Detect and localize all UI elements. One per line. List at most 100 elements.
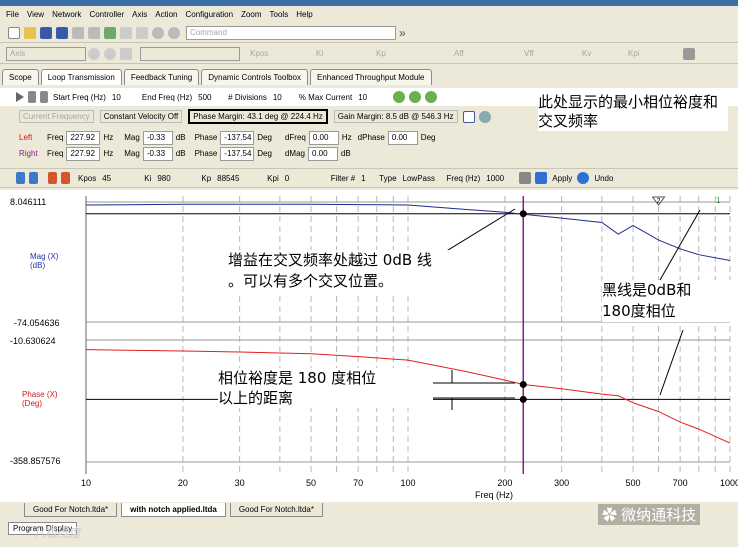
dmag-label: dMag bbox=[284, 149, 305, 158]
filter-kpos-value[interactable]: 45 bbox=[102, 174, 138, 183]
filter-type-label: Type bbox=[379, 173, 397, 183]
kp-label: Kp bbox=[376, 49, 386, 58]
axis-select: Axis bbox=[6, 46, 86, 61]
filter-ki-label: Ki bbox=[144, 173, 152, 183]
print-preview-icon[interactable] bbox=[88, 26, 100, 39]
forward-icon[interactable]: » bbox=[399, 26, 406, 40]
arrow-up-icon[interactable] bbox=[16, 172, 25, 184]
vff-label: Vff bbox=[524, 49, 534, 58]
dphase-label: dPhase bbox=[357, 133, 385, 142]
menu-axis[interactable]: Axis bbox=[132, 10, 147, 19]
filter-kp-label: Kp bbox=[201, 173, 212, 183]
enable-icon bbox=[88, 47, 100, 60]
end-freq-label: End Freq (Hz) bbox=[141, 92, 193, 102]
dmag-field: 0.00 bbox=[307, 146, 338, 161]
disabled-icon-2 bbox=[136, 26, 148, 39]
phase-top-label: -10.630624 bbox=[10, 336, 56, 346]
right-freq-unit: Hz bbox=[103, 149, 114, 158]
print-icon[interactable] bbox=[72, 26, 84, 39]
menu-bar: File View Network Controller Axis Action… bbox=[0, 6, 738, 22]
mag-axis-title: Mag (X) bbox=[30, 252, 59, 261]
menu-file[interactable]: File bbox=[6, 10, 19, 19]
file-tab-with-notch[interactable]: with notch applied.ltda bbox=[121, 503, 226, 517]
end-freq-input[interactable]: 500 bbox=[198, 93, 222, 102]
eye-icon[interactable] bbox=[478, 110, 491, 123]
minus-180-point bbox=[519, 395, 527, 403]
x-tick-label: 30 bbox=[235, 478, 245, 488]
menu-configuration[interactable]: Configuration bbox=[185, 10, 233, 19]
left-mag-field: -0.33 bbox=[142, 130, 173, 145]
start-freq-label: Start Freq (Hz) bbox=[53, 92, 106, 102]
tab-loop-transmission[interactable]: Loop Transmission bbox=[40, 68, 122, 85]
marker-1-label: 1 bbox=[716, 196, 721, 205]
filter-number-value[interactable]: 1 bbox=[361, 174, 373, 183]
menu-network[interactable]: Network bbox=[52, 10, 81, 19]
phase-bottom-label: -358.857576 bbox=[10, 456, 61, 466]
kv-label: Kv bbox=[582, 49, 592, 58]
display-options-icon[interactable] bbox=[462, 110, 475, 123]
cursor-left-row: Left Freq 227.92 Hz Mag -0.33 dB Phase -… bbox=[0, 130, 738, 145]
right-phase-label: Phase bbox=[194, 149, 218, 158]
arrow-up-red-icon[interactable] bbox=[48, 172, 57, 184]
file-tab-good-for-notch-2[interactable]: Good For Notch.ltda* bbox=[229, 503, 323, 517]
bode-plot[interactable]: 10 20 30 50 70 100 200 300 500 700 1000 2 1 bbox=[0, 190, 738, 502]
menu-view[interactable]: View bbox=[27, 10, 44, 19]
dfreq-field: 0.00 bbox=[308, 130, 339, 145]
filter-freq-value[interactable]: 1000 bbox=[486, 174, 514, 183]
left-freq-label: Freq bbox=[47, 133, 64, 142]
connect-icon[interactable] bbox=[104, 26, 116, 39]
zoom-fit-icon[interactable] bbox=[425, 91, 438, 103]
pause-icon[interactable] bbox=[28, 91, 36, 103]
filter-kpi-label: Kpi bbox=[267, 173, 279, 183]
tab-feedback-tuning[interactable]: Feedback Tuning bbox=[123, 68, 200, 85]
left-phase-field: -137.54 bbox=[220, 130, 255, 145]
filter-kpos-label: Kpos bbox=[78, 173, 97, 183]
open-icon[interactable] bbox=[24, 26, 36, 39]
file-tab-good-for-notch-1[interactable]: Good For Notch.ltda* bbox=[24, 503, 118, 517]
arrow-down-icon[interactable] bbox=[29, 172, 38, 184]
menu-controller[interactable]: Controller bbox=[89, 10, 124, 19]
save-gains-icon bbox=[683, 47, 695, 60]
watermark-text: 微纳通科技 bbox=[621, 507, 697, 524]
start-freq-input[interactable]: 10 bbox=[112, 93, 136, 102]
filter-kp-value[interactable]: 88545 bbox=[217, 174, 261, 183]
cursor-right-label: Right bbox=[19, 149, 38, 158]
new-icon[interactable] bbox=[8, 26, 20, 39]
filter-ki-value[interactable]: 980 bbox=[157, 174, 195, 183]
arrow-down-red-icon[interactable] bbox=[61, 172, 70, 184]
tab-dynamic-controls[interactable]: Dynamic Controls Toolbox bbox=[201, 68, 308, 85]
filter-tool-icon[interactable] bbox=[519, 172, 532, 184]
max-current-input[interactable]: 10 bbox=[358, 93, 388, 102]
stop-icon[interactable] bbox=[40, 91, 48, 103]
right-mag-label: Mag bbox=[124, 149, 140, 158]
axis-name-field bbox=[140, 46, 240, 61]
tab-scope[interactable]: Scope bbox=[2, 68, 39, 85]
phase-axis-unit: (Deg) bbox=[22, 399, 43, 408]
save-icon[interactable] bbox=[40, 26, 52, 39]
save-all-icon[interactable] bbox=[56, 26, 68, 39]
dmag-unit: dB bbox=[340, 149, 351, 158]
command-input[interactable]: Command bbox=[186, 25, 396, 40]
apply-button[interactable]: Apply bbox=[552, 174, 572, 183]
gain-margin-display: Gain Margin: 8.5 dB @ 546.3 Hz bbox=[333, 110, 458, 123]
left-mag-unit: dB bbox=[175, 133, 186, 142]
x-tick-label: 20 bbox=[178, 478, 188, 488]
menu-tools[interactable]: Tools bbox=[270, 10, 289, 19]
tab-enhanced-throughput[interactable]: Enhanced Throughput Module bbox=[310, 68, 432, 85]
menu-help[interactable]: Help bbox=[296, 10, 312, 19]
dphase-unit: Deg bbox=[420, 133, 436, 142]
menu-action[interactable]: Action bbox=[155, 10, 177, 19]
divisions-input[interactable]: 10 bbox=[273, 93, 293, 102]
x-tick-label: 50 bbox=[306, 478, 316, 488]
filter-kpi-value[interactable]: 0 bbox=[285, 174, 325, 183]
play-icon[interactable] bbox=[16, 92, 24, 102]
filter-type-select[interactable]: LowPass bbox=[403, 174, 441, 183]
zoom-in-icon[interactable] bbox=[393, 91, 406, 103]
undo-icon bbox=[577, 172, 590, 184]
undo-button[interactable]: Undo bbox=[594, 174, 613, 183]
menu-zoom[interactable]: Zoom bbox=[241, 10, 261, 19]
annotation-phase-margin: 相位裕度是 180 度相位 以上的距离 bbox=[218, 368, 433, 408]
phase-axis-label: Phase (X) (Deg) bbox=[22, 390, 58, 408]
zoom-out-icon[interactable] bbox=[409, 91, 422, 103]
stop-icon bbox=[152, 26, 164, 39]
